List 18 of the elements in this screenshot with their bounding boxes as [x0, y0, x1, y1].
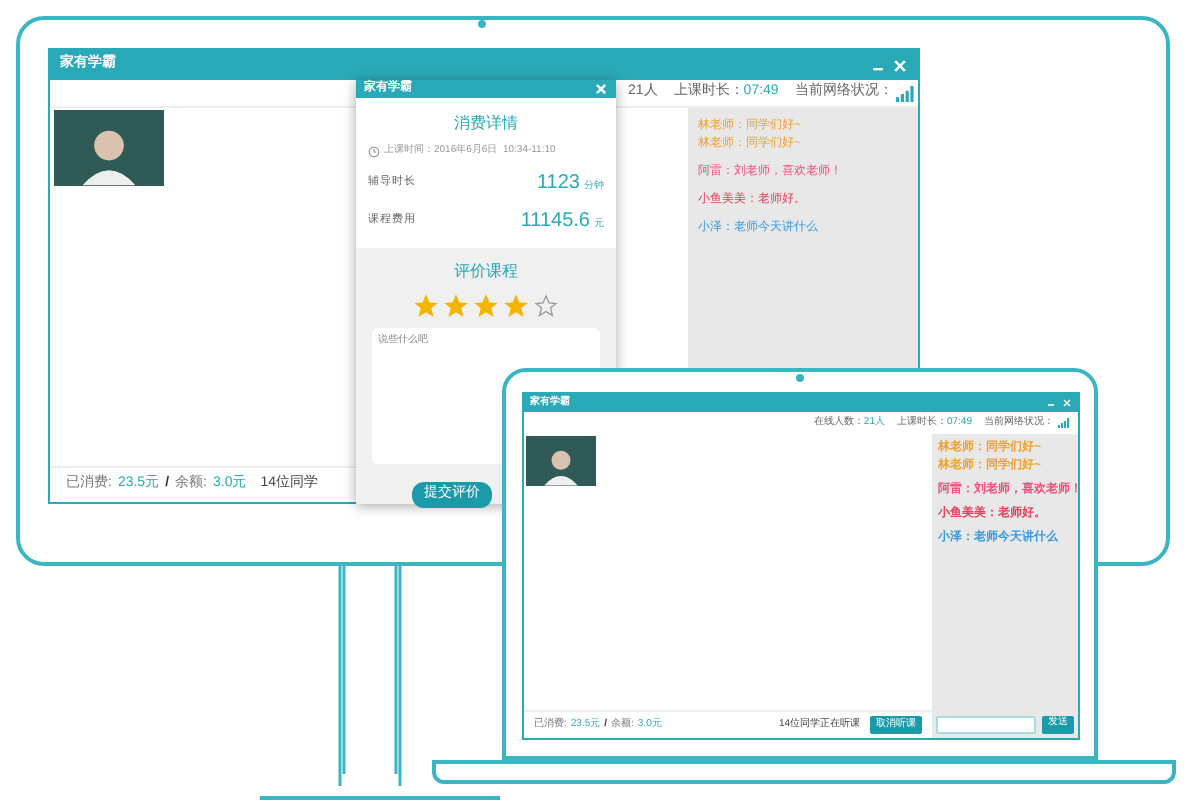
star-filled-icon: [504, 293, 528, 317]
star-empty-icon: [534, 293, 558, 317]
minimize-icon: [1046, 398, 1056, 408]
rating-heading: 评价课程: [454, 259, 518, 283]
close-icon: [594, 82, 608, 96]
star-filled-icon: [444, 293, 468, 317]
popup-heading: 消费详情: [452, 112, 520, 136]
clock-icon: [368, 145, 380, 158]
star-filled-icon: [474, 293, 498, 317]
close-icon: [1062, 398, 1072, 408]
detail-value: 11145.6: [520, 207, 590, 235]
star-rating[interactable]: [414, 293, 558, 317]
signal-icon: [1058, 418, 1070, 428]
chat-input-field[interactable]: [936, 715, 1036, 733]
photo-placeholder: [526, 436, 596, 486]
detail-value: 1123: [536, 169, 580, 197]
close-icon: [892, 57, 908, 73]
star-filled-icon: [414, 293, 438, 317]
